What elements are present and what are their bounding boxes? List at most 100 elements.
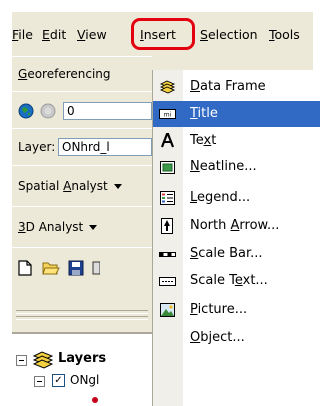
data-frame-icon — [159, 80, 176, 94]
menu-item-label: North Arrow... — [190, 218, 279, 234]
save-icon[interactable] — [68, 260, 84, 276]
georeferencing-menu[interactable]: Georeferencing — [18, 67, 111, 81]
collapse-layers-icon[interactable] — [16, 355, 27, 366]
standard-toolbar — [12, 247, 152, 289]
menu-selection-rest: election — [207, 27, 258, 42]
print-icon[interactable] — [92, 260, 100, 276]
menu-item-label: Legend... — [190, 190, 250, 206]
menu-item-object[interactable]: Object... — [153, 325, 320, 351]
spatial-analyst-pre: Spatial — [18, 179, 64, 193]
menu-item-mnemonic: L — [190, 190, 198, 205]
menu-item-mnemonic: P — [190, 302, 198, 317]
effects-value-field[interactable]: 0 — [63, 102, 152, 120]
effects-toolbar: 0 — [12, 91, 152, 129]
menu-item-label: Picture... — [190, 302, 247, 318]
menu-item-mnemonic: O — [190, 330, 201, 345]
menu-item-label-rest: itle — [197, 106, 218, 121]
menu-item-label-rest: egend... — [197, 190, 251, 205]
menu-item-label-rest: bject... — [200, 330, 245, 345]
arcmap-window: File Edit View Insert Selection Tools Ge… — [0, 0, 320, 406]
scale-bar-icon — [159, 252, 176, 257]
menu-edit[interactable]: Edit — [42, 26, 66, 44]
neatline-icon — [160, 161, 175, 174]
layer-visibility-checkbox[interactable]: ✓ — [52, 374, 65, 387]
menu-item-label-rest: cale Bar... — [198, 246, 263, 261]
spatial-analyst-rest: nalyst — [71, 179, 108, 193]
menu-file-rest: ile — [18, 27, 33, 42]
layer-select[interactable]: ONhrd_l — [58, 138, 152, 156]
chevron-down-icon — [113, 184, 122, 189]
globe-icon[interactable] — [18, 103, 34, 119]
menu-selection[interactable]: Selection — [200, 26, 258, 44]
menu-item-mnemonic: e — [234, 273, 243, 288]
menu-file[interactable]: File — [12, 26, 33, 44]
menu-item-scale-text[interactable]: Scale Text... — [153, 268, 320, 294]
menu-item-label: Text — [190, 133, 216, 149]
legend-icon — [160, 191, 175, 205]
menu-item-text[interactable]: Text — [153, 128, 320, 154]
new-document-icon[interactable] — [18, 260, 32, 276]
menu-item-label: Scale Text... — [190, 273, 268, 289]
layer-label: Layer: — [18, 140, 56, 154]
application-frame: File Edit View Insert Selection Tools Ge… — [12, 12, 320, 406]
insert-menu: Data Frame mi Title Text Neatline... Leg… — [152, 70, 320, 406]
title-icon: mi — [159, 109, 176, 119]
flicker-icon[interactable] — [40, 103, 56, 119]
menu-item-label-pre: North — [190, 218, 231, 233]
layer-toolbar: Layer: ONhrd_l — [12, 128, 152, 166]
table-of-contents: Layers ✓ ONgl — [12, 333, 152, 406]
open-folder-icon[interactable] — [42, 260, 60, 276]
menu-edit-mnemonic: E — [42, 27, 50, 42]
menu-item-label-rest: t — [211, 133, 217, 148]
menu-selection-mnemonic: S — [200, 27, 208, 42]
menu-item-label-pre: Scale T — [190, 273, 235, 288]
menu-item-title[interactable]: mi Title — [153, 101, 320, 127]
layers-icon — [32, 351, 54, 369]
north-arrow-icon — [161, 218, 173, 234]
point-symbol-icon — [92, 397, 98, 403]
3d-analyst-menu[interactable]: 3D Analyst — [18, 220, 98, 234]
menu-item-picture[interactable]: Picture... — [153, 297, 320, 323]
picture-icon — [160, 303, 175, 317]
menu-item-label-rest: ata Frame — [200, 79, 266, 94]
menu-tools[interactable]: Tools — [269, 26, 300, 44]
menu-tools-rest: ools — [274, 27, 300, 42]
menu-item-neatline[interactable]: Neatline... — [153, 154, 320, 180]
menu-item-label: Scale Bar... — [190, 246, 263, 262]
menu-item-label: Object... — [190, 330, 245, 346]
menu-item-mnemonic: D — [190, 79, 201, 94]
menu-item-north-arrow[interactable]: North Arrow... — [153, 213, 320, 239]
toolbar-divider — [16, 310, 148, 314]
3d-analyst-mnemonic: 3 — [18, 220, 26, 234]
menu-item-label-pre: Te — [190, 133, 204, 148]
toolbar-divider — [16, 316, 148, 320]
menu-item-label-rest: icture... — [197, 302, 248, 317]
menu-item-mnemonic: N — [190, 159, 200, 174]
chevron-down-icon — [89, 225, 98, 230]
menu-item-legend[interactable]: Legend... — [153, 185, 320, 211]
toc-root-label[interactable]: Layers — [58, 351, 106, 366]
text-icon — [160, 133, 175, 148]
toc-layer-label[interactable]: ONgl — [70, 373, 99, 387]
spatial-analyst-toolbar: Spatial Analyst — [12, 165, 152, 207]
toc-header-area — [12, 288, 152, 333]
menu-item-label: Neatline... — [190, 159, 257, 175]
menu-edit-rest: dit — [49, 27, 67, 42]
menu-item-scale-bar[interactable]: Scale Bar... — [153, 241, 320, 267]
scale-text-icon — [159, 277, 176, 286]
menu-item-data-frame[interactable]: Data Frame — [153, 74, 320, 100]
insert-highlight-outline — [131, 18, 195, 50]
menu-item-label-rest: rrow... — [239, 218, 280, 233]
menu-bar: File Edit View Insert Selection Tools — [12, 12, 313, 56]
collapse-layer-icon[interactable] — [34, 376, 45, 387]
menu-item-label-rest: xt... — [242, 273, 268, 288]
georeferencing-mnemonic: G — [18, 67, 28, 81]
spatial-analyst-menu[interactable]: Spatial Analyst — [18, 179, 122, 193]
menu-item-label-rest: eatline... — [199, 159, 257, 174]
menu-item-mnemonic: T — [190, 106, 198, 121]
menu-view[interactable]: View — [77, 26, 107, 44]
menu-item-label: Title — [190, 106, 218, 122]
menu-item-label: Data Frame — [190, 79, 266, 95]
georeferencing-label: eoreferencing — [27, 67, 111, 81]
georeferencing-toolbar: Georeferencing — [12, 56, 152, 92]
